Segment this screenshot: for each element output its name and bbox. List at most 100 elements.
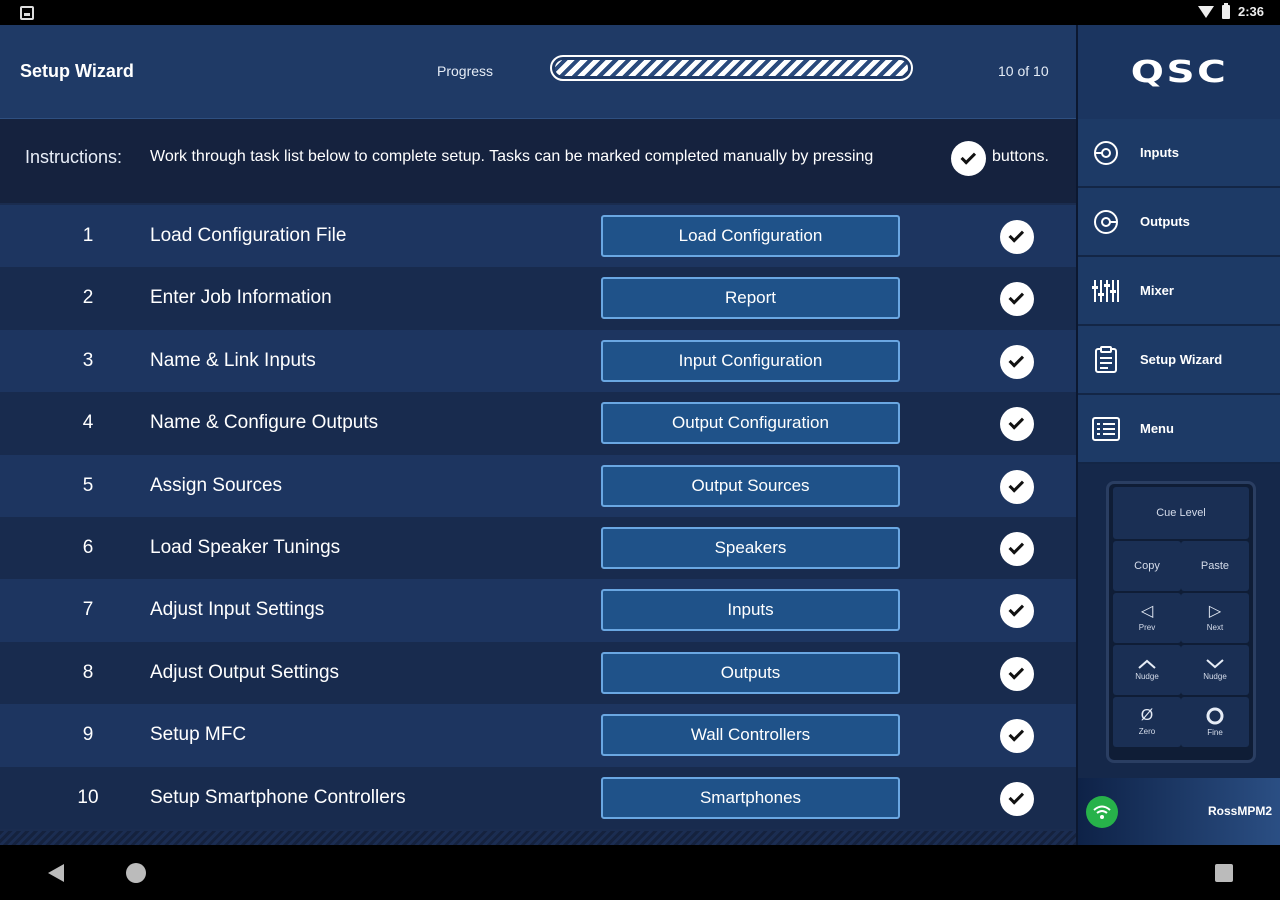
instructions-text: Work through task list below to complete… — [150, 148, 874, 165]
chevron-down-icon — [1206, 659, 1224, 669]
clipboard-checklist-icon — [1092, 345, 1120, 374]
bottom-divider — [0, 831, 1076, 845]
task-number: 1 — [82, 225, 94, 246]
triangle-left-icon: ◁ — [1140, 603, 1154, 620]
task-complete-check-icon[interactable] — [1000, 282, 1034, 317]
task-complete-check-icon[interactable] — [1000, 594, 1034, 629]
task-name: Name & Configure Outputs — [150, 412, 379, 434]
zero-label: Zero — [1138, 727, 1156, 736]
task-action-button[interactable]: Output Configuration — [601, 402, 900, 445]
input-icon — [1092, 139, 1120, 167]
task-name: Load Configuration File — [150, 225, 347, 246]
sidebar-nav: Inputs Outputs Mixer Setup Wizard Menu — [1078, 119, 1280, 464]
task-complete-check-icon[interactable] — [1000, 220, 1034, 254]
task-name: Adjust Output Settings — [150, 661, 340, 683]
task-row: 8 Adjust Output Settings Outputs — [0, 641, 1076, 705]
battery-icon — [1221, 2, 1230, 19]
sidebar-item-inputs[interactable]: Inputs — [1078, 119, 1280, 188]
task-action-button[interactable]: Load Configuration — [601, 215, 900, 257]
task-action-button[interactable]: Smartphones — [601, 776, 900, 819]
progress-bar — [550, 55, 913, 81]
copy-label: Copy — [1134, 560, 1160, 572]
next-button[interactable]: ▷ Next — [1181, 593, 1249, 643]
ring-icon — [1206, 707, 1224, 725]
sidebar-item-outputs[interactable]: Outputs — [1078, 188, 1280, 257]
main-panel: Setup Wizard Progress 10 of 10 Instructi… — [0, 25, 1076, 845]
zero-slash-icon: Ø — [1140, 707, 1154, 724]
task-number: 6 — [82, 536, 94, 558]
task-number: 10 — [77, 786, 99, 808]
task-complete-check-icon[interactable] — [1000, 344, 1034, 379]
instructions-tail: buttons. — [992, 148, 1049, 165]
task-number: 2 — [82, 287, 94, 309]
task-row: 2 Enter Job Information Report — [0, 267, 1076, 330]
task-action-button[interactable]: Outputs — [601, 651, 900, 694]
qsc-logo: QSC — [1131, 54, 1229, 90]
status-icons: 2:36 — [1197, 2, 1264, 19]
device-name: RossMPM2 — [1207, 804, 1272, 818]
nudge-down-label: Nudge — [1203, 672, 1227, 681]
task-action-button[interactable]: Inputs — [601, 589, 900, 632]
task-number: 7 — [82, 599, 94, 621]
task-row: 7 Adjust Input Settings Inputs — [0, 579, 1076, 642]
device-connection-bar[interactable]: RossMPM2 — [1078, 778, 1280, 845]
task-row: 6 Load Speaker Tunings Speakers — [0, 516, 1076, 580]
task-complete-check-icon[interactable] — [1000, 531, 1034, 566]
zero-button[interactable]: Ø Zero — [1113, 697, 1181, 747]
chevron-up-icon — [1138, 659, 1156, 669]
cue-level-button[interactable]: Cue Level — [1113, 487, 1249, 539]
task-action-button[interactable]: Input Configuration — [601, 339, 900, 382]
task-complete-check-icon[interactable] — [1000, 469, 1034, 504]
task-name: Enter Job Information — [150, 287, 332, 309]
task-action-button[interactable]: Report — [601, 277, 900, 320]
task-action-button[interactable]: Output Sources — [601, 464, 900, 507]
sidebar-item-mixer[interactable]: Mixer — [1078, 257, 1280, 326]
task-number: 5 — [82, 474, 94, 496]
paste-button[interactable]: Paste — [1181, 541, 1249, 591]
sidebar-item-label: Menu — [1140, 421, 1174, 436]
progress-fill — [555, 60, 908, 76]
task-row: 9 Setup MFC Wall Controllers — [0, 704, 1076, 767]
fine-button[interactable]: Fine — [1181, 697, 1249, 747]
task-complete-check-icon[interactable] — [1000, 781, 1034, 816]
task-number: 4 — [82, 412, 94, 434]
nudge-up-button[interactable]: Nudge — [1113, 645, 1181, 695]
header: Setup Wizard Progress 10 of 10 — [0, 25, 1076, 119]
instructions-bar: Instructions: Work through task list bel… — [0, 119, 1076, 203]
paste-label: Paste — [1200, 560, 1230, 572]
list-menu-icon — [1092, 415, 1120, 443]
task-complete-check-icon[interactable] — [1000, 407, 1034, 442]
next-label: Next — [1206, 623, 1224, 632]
recent-apps-icon[interactable] — [1215, 864, 1233, 882]
task-row: 4 Name & Configure Outputs Output Configur… — [0, 392, 1076, 455]
cue-control-panel: Cue Level Copy Paste ◁ Prev ▷ Next Nudge… — [1106, 481, 1256, 763]
check-icon — [951, 141, 986, 176]
sidebar-item-setup-wizard[interactable]: Setup Wizard — [1078, 326, 1280, 395]
wifi-signal-icon — [1197, 5, 1214, 18]
task-row: 10 Setup Smartphone Controllers Smartphone… — [0, 766, 1076, 829]
nudge-up-label: Nudge — [1135, 672, 1159, 681]
back-icon[interactable] — [48, 864, 64, 882]
page-title: Setup Wizard — [20, 61, 134, 81]
task-name: Load Speaker Tunings — [150, 536, 341, 558]
prev-button[interactable]: ◁ Prev — [1113, 593, 1181, 643]
sidebar: QSC Inputs Outputs Mixer Setup Wizard Me… — [1076, 25, 1280, 845]
task-name: Setup MFC — [150, 724, 247, 746]
sidebar-item-menu[interactable]: Menu — [1078, 395, 1280, 464]
task-row: 5 Assign Sources Output Sources — [0, 454, 1076, 517]
task-number: 3 — [82, 349, 94, 371]
wifi-connected-icon — [1086, 795, 1118, 828]
status-time: 2:36 — [1237, 4, 1264, 19]
home-icon[interactable] — [126, 863, 146, 883]
task-row: 1 Load Configuration File Load Configurati… — [0, 205, 1076, 268]
task-complete-check-icon[interactable] — [1000, 656, 1034, 691]
output-icon — [1092, 208, 1120, 236]
task-action-button[interactable]: Speakers — [601, 526, 900, 569]
task-complete-check-icon[interactable] — [1000, 719, 1034, 754]
status-bar: 2:36 — [0, 0, 1280, 25]
copy-button[interactable]: Copy — [1113, 541, 1181, 591]
gallery-notification-icon — [20, 6, 34, 20]
task-action-button[interactable]: Wall Controllers — [601, 714, 900, 757]
nudge-down-button[interactable]: Nudge — [1181, 645, 1249, 695]
task-number: 8 — [82, 661, 94, 683]
